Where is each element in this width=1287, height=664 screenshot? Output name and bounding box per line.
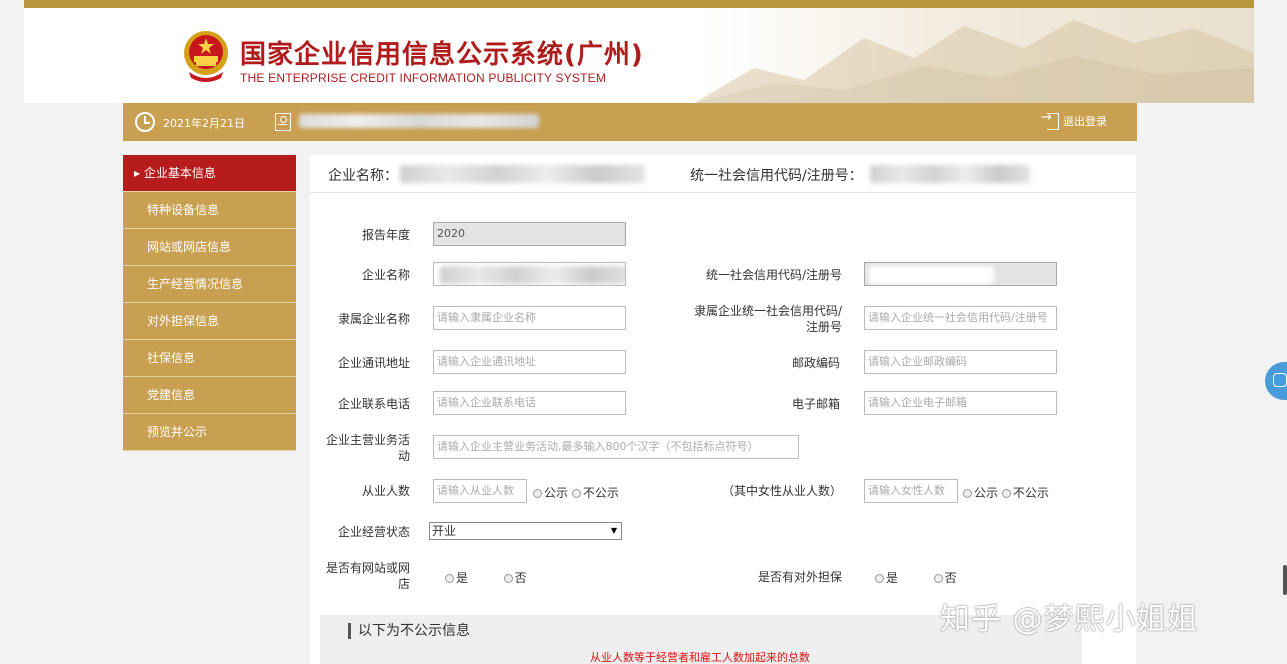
status-selected-value: 开业 [432,524,457,538]
has-guarantee-label: 是否有对外担保 [757,570,842,584]
sidebar-item-preview-publish[interactable]: 预览并公示 [123,414,296,451]
logout-icon [1041,110,1059,130]
parent-name-input[interactable]: 请输入隶属企业名称 [433,306,626,330]
public-option-label: 公示 [974,486,999,500]
website-yes-radio[interactable] [445,574,454,583]
employees-nonpublic-radio[interactable] [571,489,581,498]
phone-label: 企业联系电话 [337,397,410,411]
no-label: 否 [944,571,957,585]
redacted-username [299,114,539,128]
status-label: 企业经营状态 [337,525,410,539]
dropdown-arrow-icon: ▼ [610,526,617,535]
parent-code-label: 隶属企业统一社会信用代码/注册号 [693,304,842,334]
employees-label: 从业人数 [361,484,410,498]
address-label: 企业通讯地址 [337,356,410,370]
site-subtitle: THE ENTERPRISE CREDIT INFORMATION PUBLIC… [240,71,607,85]
chat-icon [1273,373,1287,387]
has-website-label: 是否有网站或网店 [325,561,410,591]
status-select[interactable]: 开业 ▼ [429,522,622,540]
guarantee-no-radio[interactable] [933,574,943,583]
report-year-label: 报告年度 [361,228,410,242]
business-label: 企业主营业务活动 [325,433,410,463]
credit-code-heading: 统一社会信用代码/注册号： [690,168,863,184]
sidebar-item-website[interactable]: 网站或网店信息 [123,229,296,266]
sidebar-item-basic-info[interactable]: ▸ 企业基本信息 [123,155,296,192]
nonpublic-note: 从业人数等于经营者和雇工人数加起来的总数 [590,651,810,664]
nonpublic-option-label: 不公示 [582,486,619,500]
clock-icon [135,112,155,132]
yes-label: 是 [456,571,469,585]
postcode-label: 邮政编码 [791,356,840,370]
website-options: 是 否 [445,569,527,586]
zhihu-watermark: 知乎 @梦熙小姐姐 [940,602,1199,637]
female-nonpublic-radio[interactable] [1001,489,1011,498]
female-public-radio[interactable] [963,489,972,498]
phone-input[interactable]: 请输入企业联系电话 [433,391,626,415]
address-input[interactable]: 请输入企业通讯地址 [433,350,626,374]
email-label: 电子邮箱 [791,397,840,411]
employees-visibility: 公示 不公示 [533,484,619,501]
chat-float-button[interactable] [1265,362,1287,400]
female-employees-input[interactable]: 请输入女性人数 [864,479,958,503]
female-employees-label: （其中女性从业人数） [721,484,842,498]
topbar: 2021年2月21日 退出登录 [123,103,1137,141]
business-input[interactable]: 请输入企业主营业务活动,最多输入800个汉字（不包括标点符号） [433,435,799,459]
logout-button[interactable]: 退出登录 [1041,110,1107,130]
sidebar: ▸ 企业基本信息 特种设备信息 网站或网店信息 生产经营情况信息 对外担保信息 … [123,155,296,451]
sidebar-item-guarantee[interactable]: 对外担保信息 [123,303,296,340]
scrollbar[interactable] [1283,565,1287,595]
nonpublic-title: 以下为不公示信息 [348,623,470,639]
female-visibility: 公示 不公示 [963,484,1049,501]
guarantee-options: 是 否 [875,569,957,586]
parent-code-input[interactable]: 请输入企业统一社会信用代码/注册号 [864,306,1057,330]
current-date: 2021年2月21日 [163,117,245,130]
parent-name-label: 隶属企业名称 [337,312,410,326]
sidebar-item-special-equipment[interactable]: 特种设备信息 [123,192,296,229]
redacted-company-field [440,266,625,284]
sidebar-item-party[interactable]: 党建信息 [123,377,296,414]
guarantee-yes-radio[interactable] [875,574,884,583]
report-year-field: 2020 [433,222,626,246]
user-badge-icon [275,113,291,131]
main-header: 企业名称： 统一社会信用代码/注册号： [310,155,1136,193]
credit-code-label: 统一社会信用代码/注册号 [705,268,842,282]
website-no-radio[interactable] [503,574,513,583]
top-strip [24,0,1254,8]
company-name-heading: 企业名称： [328,168,398,184]
logout-label: 退出登录 [1063,115,1107,128]
site-title: 国家企业信用信息公示系统(广州) [240,40,644,70]
sidebar-item-social-security[interactable]: 社保信息 [123,340,296,377]
postcode-input[interactable]: 请输入企业邮政编码 [864,350,1057,374]
main-panel: 企业名称： 统一社会信用代码/注册号： 报告年度 2020 企业名称 统一社会信… [310,155,1136,664]
redacted-company-name [400,165,645,183]
sidebar-item-operations[interactable]: 生产经营情况信息 [123,266,296,303]
header-banner: 国家企业信用信息公示系统(广州) THE ENTERPRISE CREDIT I… [24,8,1254,103]
nonpublic-option-label: 不公示 [1012,486,1049,500]
yes-label: 是 [886,571,899,585]
credit-code-field [864,262,1057,286]
no-label: 否 [514,571,527,585]
mountain-decoration [694,20,1254,103]
public-option-label: 公示 [544,486,569,500]
email-input[interactable]: 请输入企业电子邮箱 [864,391,1057,415]
employees-public-radio[interactable] [533,489,542,498]
redacted-code-field [869,266,994,284]
national-emblem-icon [184,31,228,82]
company-name-label: 企业名称 [361,268,410,282]
company-name-field [433,262,626,286]
redacted-credit-code [870,165,1030,183]
employees-input[interactable]: 请输入从业人数 [433,479,527,503]
